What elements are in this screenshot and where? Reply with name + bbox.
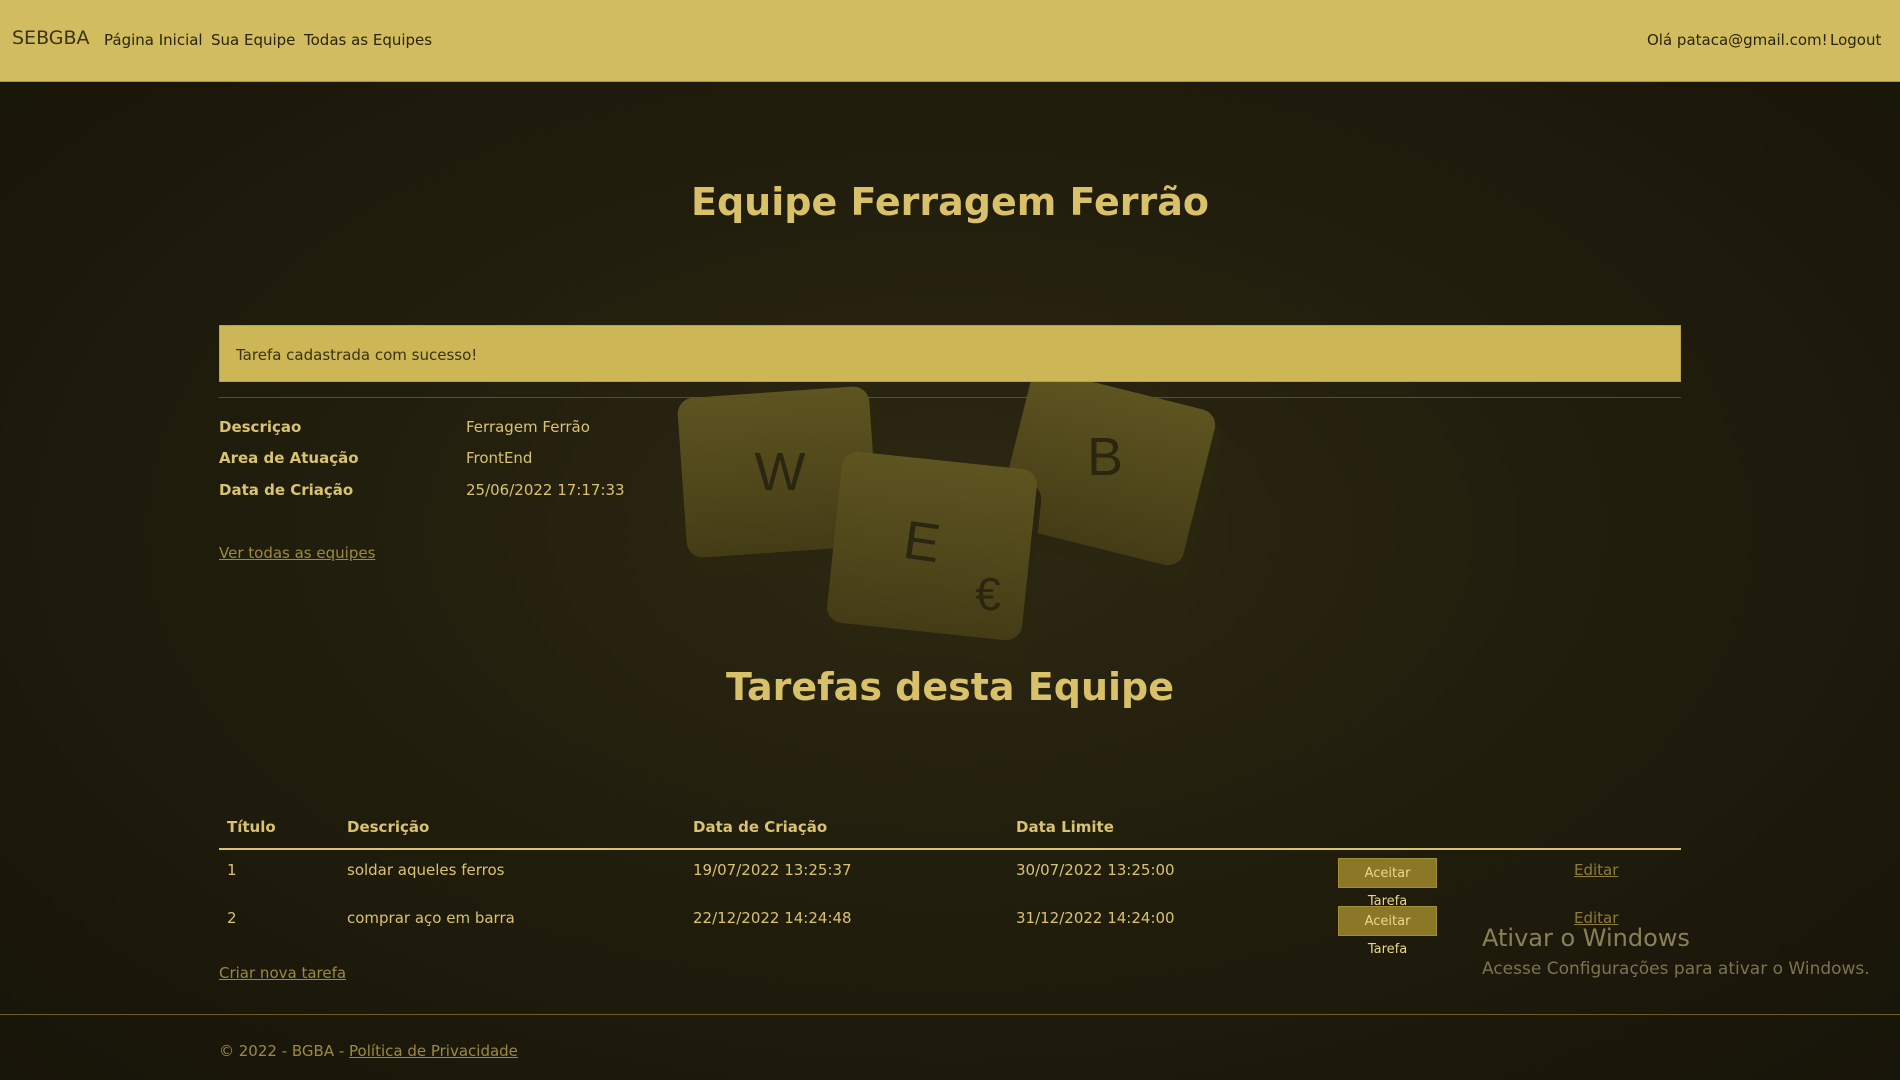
cell-description: soldar aqueles ferros	[347, 861, 505, 879]
column-header-description: Descrição	[347, 818, 430, 836]
nav-home-link[interactable]: Página Inicial	[104, 31, 203, 49]
success-alert-text: Tarefa cadastrada com sucesso!	[236, 346, 478, 364]
divider	[219, 397, 1681, 398]
success-alert: Tarefa cadastrada com sucesso!	[219, 325, 1681, 382]
detail-value-created: 25/06/2022 17:17:33	[466, 481, 625, 499]
column-header-deadline: Data Limite	[1016, 818, 1114, 836]
windows-activation-title: Ativar o Windows	[1482, 924, 1690, 952]
accept-task-button[interactable]: Aceitar Tarefa	[1338, 906, 1437, 957]
create-task-link[interactable]: Criar nova tarefa	[219, 964, 346, 982]
cell-created: 19/07/2022 13:25:37	[693, 861, 852, 879]
accept-task-button[interactable]: Aceitar Tarefa	[1338, 858, 1437, 909]
tile-letter-w: W	[755, 442, 806, 502]
logout-link[interactable]: Logout	[1830, 31, 1881, 49]
tile-letter-b: B	[1087, 427, 1123, 487]
detail-term-description: Descriçao	[219, 418, 302, 436]
edit-task-link[interactable]: Editar	[1574, 861, 1618, 879]
navbar: SEBGBA Página Inicial Sua Equipe Todas a…	[0, 0, 1900, 82]
footer-divider	[0, 1014, 1900, 1015]
see-all-teams-link[interactable]: Ver todas as equipes	[219, 544, 375, 562]
brand-link[interactable]: SEBGBA	[12, 27, 90, 49]
windows-activation-subtitle: Acesse Configurações para ativar o Windo…	[1482, 959, 1870, 979]
cell-description: comprar aço em barra	[347, 909, 515, 927]
privacy-policy-link[interactable]: Política de Privacidade	[349, 1042, 518, 1060]
column-header-created: Data de Criação	[693, 818, 828, 836]
cell-title: 2	[227, 909, 237, 927]
footer: © 2022 - BGBA - Política de Privacidade	[219, 1042, 518, 1060]
tasks-section-title: Tarefas desta Equipe	[725, 665, 1175, 709]
cell-deadline: 30/07/2022 13:25:00	[1016, 861, 1175, 879]
detail-term-created: Data de Criação	[219, 481, 354, 499]
cell-deadline: 31/12/2022 14:24:00	[1016, 909, 1175, 927]
nav-all-teams-link[interactable]: Todas as Equipes	[304, 31, 432, 49]
nav-my-team-link[interactable]: Sua Equipe	[211, 31, 295, 49]
team-title: Equipe Ferragem Ferrão	[691, 180, 1209, 224]
tile-letter-euro: €	[975, 568, 1001, 620]
footer-copyright: © 2022 - BGBA -	[219, 1042, 350, 1060]
column-header-title: Título	[227, 818, 276, 836]
detail-value-area: FrontEnd	[466, 449, 533, 467]
web-tiles-image: W B E €	[677, 370, 1223, 663]
table-header-divider	[219, 848, 1681, 850]
tile-e: E €	[827, 451, 1042, 663]
cell-created: 22/12/2022 14:24:48	[693, 909, 852, 927]
cell-title: 1	[227, 861, 237, 879]
detail-value-description: Ferragem Ferrão	[466, 418, 590, 436]
detail-term-area: Area de Atuação	[219, 449, 359, 467]
user-greeting-link[interactable]: Olá pataca@gmail.com!	[1647, 31, 1828, 49]
